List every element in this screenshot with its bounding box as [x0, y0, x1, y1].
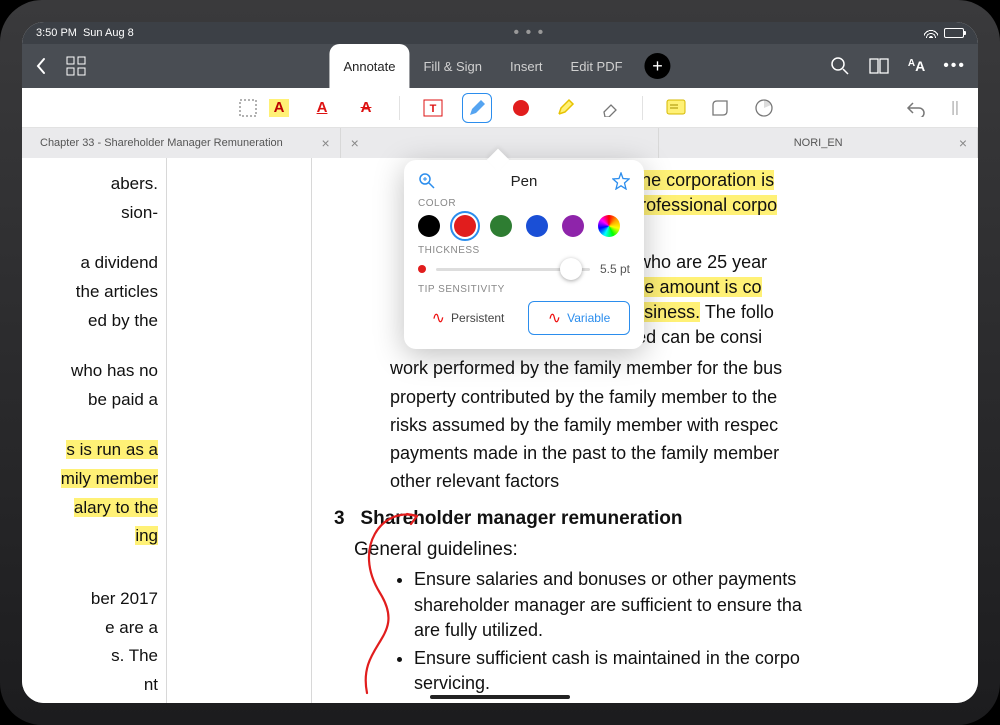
- doc-tab-right[interactable]: NORI_EN ×: [659, 128, 978, 158]
- color-section-label: COLOR: [418, 198, 630, 209]
- list-item: property contributed by the family membe…: [390, 385, 978, 410]
- thickness-slider[interactable]: [436, 268, 590, 271]
- close-tab-icon[interactable]: ×: [321, 135, 329, 151]
- thumbnails-button[interactable]: [66, 56, 86, 76]
- color-picker-button[interactable]: [598, 215, 620, 237]
- highlighter-tool[interactable]: [554, 97, 576, 119]
- list-item: Ensure sufficient cash is maintained in …: [414, 646, 978, 696]
- close-tab-icon[interactable]: ×: [351, 135, 359, 151]
- tab-edit-pdf[interactable]: Edit PDF: [557, 44, 637, 88]
- search-button[interactable]: [830, 56, 850, 76]
- thickness-section-label: THICKNESS: [418, 245, 630, 256]
- tab-annotate[interactable]: Annotate: [329, 44, 409, 88]
- list-item: work performed by the family member for …: [390, 356, 978, 381]
- shape-tool[interactable]: [709, 97, 731, 119]
- strikethrough-tool[interactable]: A: [355, 97, 377, 119]
- home-indicator[interactable]: [430, 695, 570, 699]
- close-tab-icon[interactable]: ×: [959, 135, 967, 151]
- underline-tool[interactable]: A: [311, 97, 333, 119]
- color-swatch-blue[interactable]: [526, 215, 548, 237]
- popover-title: Pen: [511, 173, 538, 190]
- middle-doc-pane[interactable]: [167, 158, 312, 703]
- doc-tab-label: Chapter 33 - Shareholder Manager Remuner…: [40, 137, 283, 149]
- tab-insert[interactable]: Insert: [496, 44, 557, 88]
- squiggle-icon: ∿: [432, 308, 445, 328]
- toolbar-divider: [642, 96, 643, 120]
- squiggle-icon: ∿: [548, 308, 561, 328]
- select-tool[interactable]: [237, 97, 259, 119]
- tip-variable-option[interactable]: ∿ Variable: [528, 301, 630, 335]
- list-item: other relevant factors: [390, 469, 978, 494]
- pen-tool[interactable]: [466, 97, 488, 119]
- status-bar: 3:50 PM Sun Aug 8 • • •: [22, 22, 978, 44]
- back-button[interactable]: [34, 57, 48, 75]
- battery-icon: [944, 28, 964, 38]
- annotation-toolbar: A A A T: [22, 88, 978, 128]
- pie-tool[interactable]: [753, 97, 775, 119]
- text-size-button[interactable]: AA: [908, 58, 925, 74]
- book-view-button[interactable]: [868, 57, 890, 75]
- thickness-value: 5.5 pt: [600, 262, 630, 276]
- color-tool[interactable]: [510, 97, 532, 119]
- doc-tab-label: NORI_EN: [794, 137, 843, 149]
- magnifier-icon[interactable]: [418, 172, 436, 190]
- color-swatch-black[interactable]: [418, 215, 440, 237]
- highlight-text-tool[interactable]: A: [269, 99, 289, 117]
- sticky-note-tool[interactable]: [665, 97, 687, 119]
- status-time: 3:50 PM: [36, 27, 77, 39]
- status-date: Sun Aug 8: [83, 27, 134, 39]
- pen-stroke-annotation: [322, 508, 452, 703]
- list-item: payments made in the past to the family …: [390, 441, 978, 466]
- multitasking-dots[interactable]: • • •: [514, 24, 545, 42]
- eraser-tool[interactable]: [598, 97, 620, 119]
- tip-persistent-option[interactable]: ∿ Persistent: [418, 301, 518, 335]
- textbox-tool[interactable]: T: [422, 97, 444, 119]
- slider-knob[interactable]: [560, 258, 582, 280]
- color-swatch-purple[interactable]: [562, 215, 584, 237]
- left-doc-pane[interactable]: abers. sion- a dividend the articles ed …: [22, 158, 167, 703]
- color-swatch-green[interactable]: [490, 215, 512, 237]
- list-item: risks assumed by the family member with …: [390, 413, 978, 438]
- favorite-icon[interactable]: [612, 172, 630, 190]
- list-item: Ensure salaries and bonuses or other pay…: [414, 567, 978, 643]
- wifi-icon: [924, 28, 938, 38]
- undo-button[interactable]: [904, 97, 926, 119]
- svg-text:T: T: [430, 103, 437, 115]
- tab-fill-sign[interactable]: Fill & Sign: [409, 44, 496, 88]
- add-tab-button[interactable]: +: [645, 53, 671, 79]
- more-button[interactable]: •••: [943, 57, 966, 75]
- toolbar-handle[interactable]: ||: [944, 97, 966, 119]
- pen-settings-popover: Pen COLOR THICKNESS 5.5 pt: [404, 160, 644, 349]
- thickness-preview-dot: [418, 265, 426, 273]
- tip-section-label: TIP SENSITIVITY: [418, 284, 630, 295]
- toolbar-divider: [399, 96, 400, 120]
- color-swatch-red[interactable]: [454, 215, 476, 237]
- doc-tab-left[interactable]: Chapter 33 - Shareholder Manager Remuner…: [22, 128, 341, 158]
- color-swatches: [418, 215, 630, 237]
- app-top-bar: Annotate Fill & Sign Insert Edit PDF + A…: [22, 44, 978, 88]
